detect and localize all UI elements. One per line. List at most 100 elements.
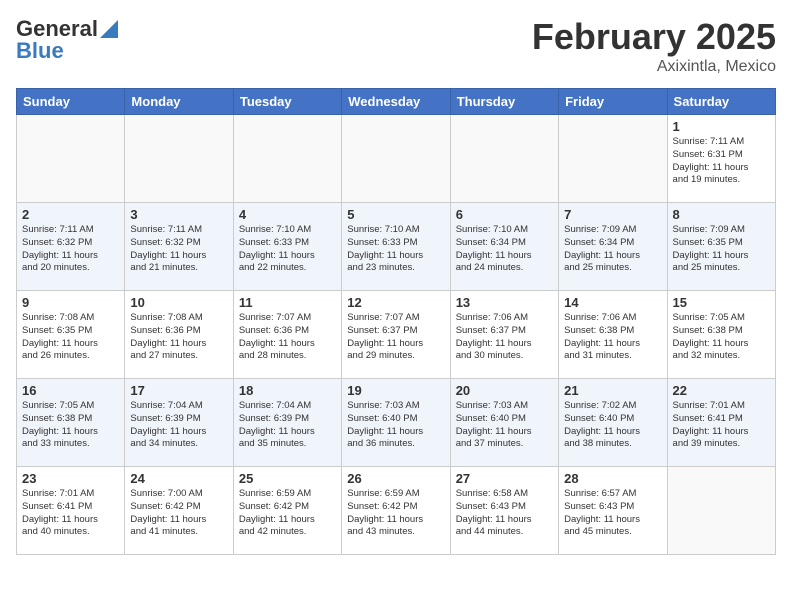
- day-info: Sunrise: 7:07 AM Sunset: 6:36 PM Dayligh…: [239, 312, 336, 363]
- calendar-day-cell: 12 Sunrise: 7:07 AM Sunset: 6:37 PM Dayli…: [342, 291, 450, 379]
- day-number: 14: [564, 295, 661, 310]
- day-number: 2: [22, 207, 119, 222]
- calendar-day-cell: 23 Sunrise: 7:01 AM Sunset: 6:41 PM Dayli…: [17, 467, 125, 555]
- calendar-day-cell: 18 Sunrise: 7:04 AM Sunset: 6:39 PM Dayli…: [233, 379, 341, 467]
- location: Axixintla, Mexico: [532, 58, 776, 76]
- day-number: 21: [564, 383, 661, 398]
- title-block: February 2025 Axixintla, Mexico: [532, 16, 776, 76]
- day-number: 28: [564, 471, 661, 486]
- day-info: Sunrise: 6:58 AM Sunset: 6:43 PM Dayligh…: [456, 488, 553, 539]
- header-monday: Monday: [125, 89, 233, 115]
- day-number: 16: [22, 383, 119, 398]
- header-thursday: Thursday: [450, 89, 558, 115]
- day-number: 6: [456, 207, 553, 222]
- month-title: February 2025: [532, 16, 776, 58]
- calendar-day-cell: 17 Sunrise: 7:04 AM Sunset: 6:39 PM Dayli…: [125, 379, 233, 467]
- calendar-day-cell: 25 Sunrise: 6:59 AM Sunset: 6:42 PM Dayli…: [233, 467, 341, 555]
- calendar-day-cell: 6 Sunrise: 7:10 AM Sunset: 6:34 PM Daylig…: [450, 203, 558, 291]
- header-saturday: Saturday: [667, 89, 775, 115]
- day-number: 4: [239, 207, 336, 222]
- calendar-day-cell: 4 Sunrise: 7:10 AM Sunset: 6:33 PM Daylig…: [233, 203, 341, 291]
- page-header: General Blue February 2025 Axixintla, Me…: [16, 16, 776, 76]
- calendar-day-cell: 11 Sunrise: 7:07 AM Sunset: 6:36 PM Dayli…: [233, 291, 341, 379]
- calendar-day-cell: [667, 467, 775, 555]
- calendar-day-cell: 15 Sunrise: 7:05 AM Sunset: 6:38 PM Dayli…: [667, 291, 775, 379]
- day-number: 1: [673, 119, 770, 134]
- calendar-week-row: 23 Sunrise: 7:01 AM Sunset: 6:41 PM Dayli…: [17, 467, 776, 555]
- day-number: 18: [239, 383, 336, 398]
- day-info: Sunrise: 7:02 AM Sunset: 6:40 PM Dayligh…: [564, 400, 661, 451]
- logo-triangle-icon: [100, 20, 118, 38]
- day-number: 8: [673, 207, 770, 222]
- calendar-day-cell: 21 Sunrise: 7:02 AM Sunset: 6:40 PM Dayli…: [559, 379, 667, 467]
- header-sunday: Sunday: [17, 89, 125, 115]
- calendar-day-cell: 22 Sunrise: 7:01 AM Sunset: 6:41 PM Dayli…: [667, 379, 775, 467]
- day-number: 11: [239, 295, 336, 310]
- day-info: Sunrise: 7:03 AM Sunset: 6:40 PM Dayligh…: [456, 400, 553, 451]
- day-info: Sunrise: 7:10 AM Sunset: 6:33 PM Dayligh…: [347, 224, 444, 275]
- calendar-day-cell: 16 Sunrise: 7:05 AM Sunset: 6:38 PM Dayli…: [17, 379, 125, 467]
- day-info: Sunrise: 7:08 AM Sunset: 6:36 PM Dayligh…: [130, 312, 227, 363]
- logo: General Blue: [16, 16, 118, 64]
- day-number: 12: [347, 295, 444, 310]
- calendar-day-cell: [559, 115, 667, 203]
- calendar-header-row: SundayMondayTuesdayWednesdayThursdayFrid…: [17, 89, 776, 115]
- day-info: Sunrise: 7:06 AM Sunset: 6:38 PM Dayligh…: [564, 312, 661, 363]
- calendar-day-cell: [233, 115, 341, 203]
- day-info: Sunrise: 7:09 AM Sunset: 6:34 PM Dayligh…: [564, 224, 661, 275]
- calendar-day-cell: 28 Sunrise: 6:57 AM Sunset: 6:43 PM Dayli…: [559, 467, 667, 555]
- day-number: 19: [347, 383, 444, 398]
- day-info: Sunrise: 7:05 AM Sunset: 6:38 PM Dayligh…: [22, 400, 119, 451]
- day-info: Sunrise: 7:00 AM Sunset: 6:42 PM Dayligh…: [130, 488, 227, 539]
- day-info: Sunrise: 7:04 AM Sunset: 6:39 PM Dayligh…: [239, 400, 336, 451]
- calendar-table: SundayMondayTuesdayWednesdayThursdayFrid…: [16, 88, 776, 555]
- day-number: 17: [130, 383, 227, 398]
- day-number: 27: [456, 471, 553, 486]
- calendar-week-row: 16 Sunrise: 7:05 AM Sunset: 6:38 PM Dayli…: [17, 379, 776, 467]
- day-number: 22: [673, 383, 770, 398]
- day-info: Sunrise: 7:05 AM Sunset: 6:38 PM Dayligh…: [673, 312, 770, 363]
- day-info: Sunrise: 7:06 AM Sunset: 6:37 PM Dayligh…: [456, 312, 553, 363]
- header-wednesday: Wednesday: [342, 89, 450, 115]
- calendar-day-cell: 14 Sunrise: 7:06 AM Sunset: 6:38 PM Dayli…: [559, 291, 667, 379]
- calendar-day-cell: [125, 115, 233, 203]
- day-info: Sunrise: 7:10 AM Sunset: 6:34 PM Dayligh…: [456, 224, 553, 275]
- day-number: 23: [22, 471, 119, 486]
- day-info: Sunrise: 7:08 AM Sunset: 6:35 PM Dayligh…: [22, 312, 119, 363]
- day-number: 7: [564, 207, 661, 222]
- calendar-day-cell: [342, 115, 450, 203]
- calendar-week-row: 2 Sunrise: 7:11 AM Sunset: 6:32 PM Daylig…: [17, 203, 776, 291]
- day-number: 5: [347, 207, 444, 222]
- calendar-week-row: 9Sunrise: 7:08 AM Sunset: 6:35 PM Daylig…: [17, 291, 776, 379]
- calendar-day-cell: [450, 115, 558, 203]
- calendar-day-cell: 13 Sunrise: 7:06 AM Sunset: 6:37 PM Dayli…: [450, 291, 558, 379]
- header-friday: Friday: [559, 89, 667, 115]
- header-tuesday: Tuesday: [233, 89, 341, 115]
- calendar-day-cell: 26Sunrise: 6:59 AM Sunset: 6:42 PM Dayli…: [342, 467, 450, 555]
- day-info: Sunrise: 7:11 AM Sunset: 6:32 PM Dayligh…: [22, 224, 119, 275]
- calendar-day-cell: 8 Sunrise: 7:09 AM Sunset: 6:35 PM Daylig…: [667, 203, 775, 291]
- day-info: Sunrise: 7:10 AM Sunset: 6:33 PM Dayligh…: [239, 224, 336, 275]
- day-info: Sunrise: 7:11 AM Sunset: 6:32 PM Dayligh…: [130, 224, 227, 275]
- calendar-day-cell: [17, 115, 125, 203]
- calendar-day-cell: 24Sunrise: 7:00 AM Sunset: 6:42 PM Dayli…: [125, 467, 233, 555]
- calendar-week-row: 1 Sunrise: 7:11 AM Sunset: 6:31 PM Daylig…: [17, 115, 776, 203]
- calendar-day-cell: 2 Sunrise: 7:11 AM Sunset: 6:32 PM Daylig…: [17, 203, 125, 291]
- logo-blue: Blue: [16, 38, 64, 64]
- calendar-day-cell: 27 Sunrise: 6:58 AM Sunset: 6:43 PM Dayli…: [450, 467, 558, 555]
- day-info: Sunrise: 6:57 AM Sunset: 6:43 PM Dayligh…: [564, 488, 661, 539]
- day-info: Sunrise: 7:11 AM Sunset: 6:31 PM Dayligh…: [673, 136, 770, 187]
- day-number: 26: [347, 471, 444, 486]
- day-info: Sunrise: 7:01 AM Sunset: 6:41 PM Dayligh…: [673, 400, 770, 451]
- day-number: 13: [456, 295, 553, 310]
- day-number: 25: [239, 471, 336, 486]
- calendar-day-cell: 5 Sunrise: 7:10 AM Sunset: 6:33 PM Daylig…: [342, 203, 450, 291]
- day-info: Sunrise: 6:59 AM Sunset: 6:42 PM Dayligh…: [239, 488, 336, 539]
- day-info: Sunrise: 7:09 AM Sunset: 6:35 PM Dayligh…: [673, 224, 770, 275]
- day-number: 15: [673, 295, 770, 310]
- day-info: Sunrise: 7:07 AM Sunset: 6:37 PM Dayligh…: [347, 312, 444, 363]
- day-info: Sunrise: 7:04 AM Sunset: 6:39 PM Dayligh…: [130, 400, 227, 451]
- day-info: Sunrise: 7:01 AM Sunset: 6:41 PM Dayligh…: [22, 488, 119, 539]
- calendar-body: 1 Sunrise: 7:11 AM Sunset: 6:31 PM Daylig…: [17, 115, 776, 555]
- calendar-day-cell: 9Sunrise: 7:08 AM Sunset: 6:35 PM Daylig…: [17, 291, 125, 379]
